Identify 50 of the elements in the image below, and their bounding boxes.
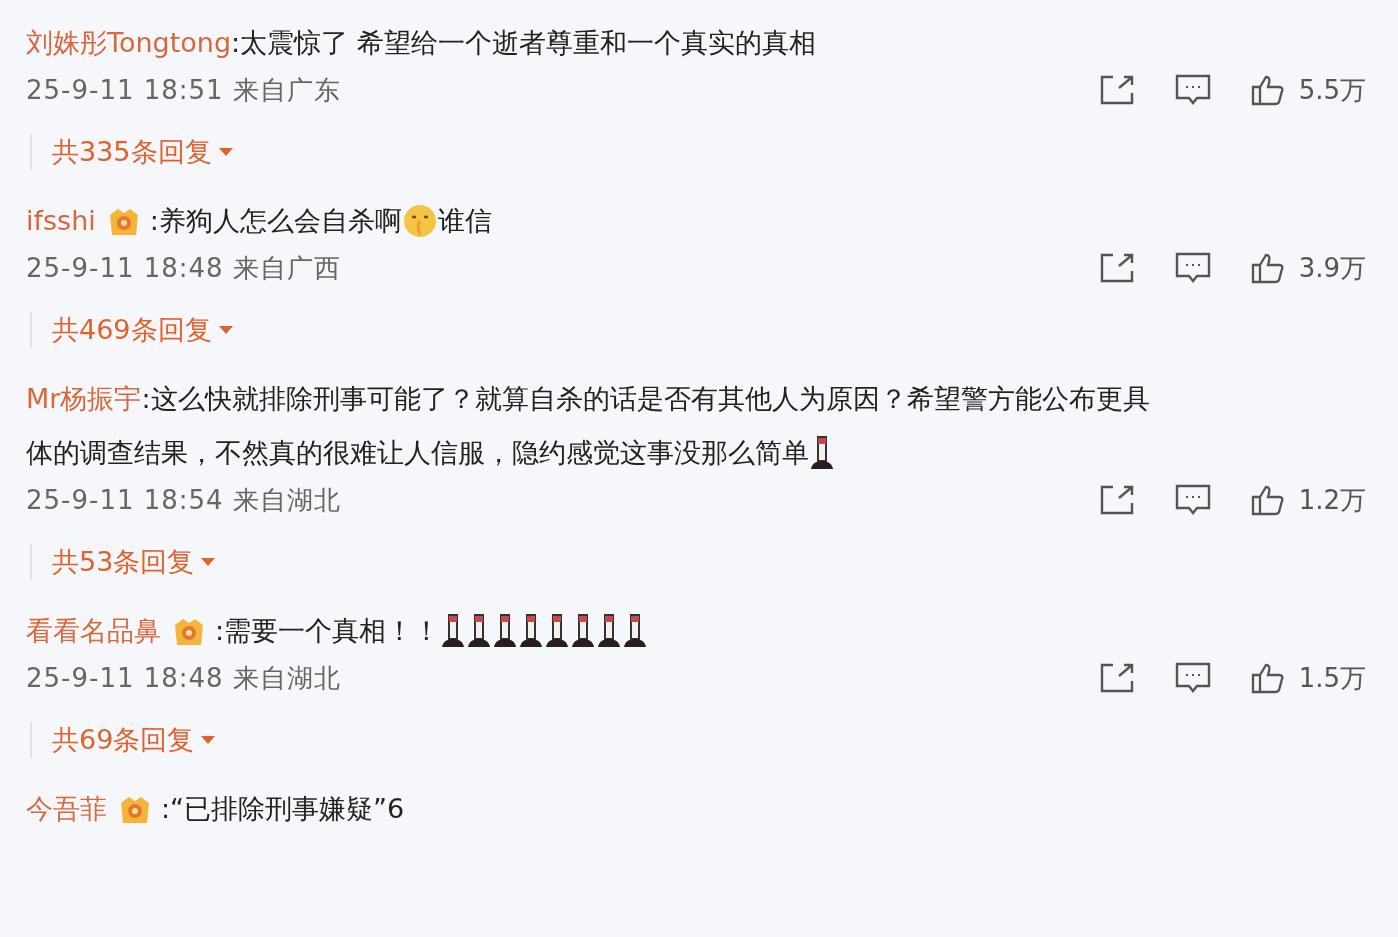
timestamp: 25-9-11 18:51 来自广东 <box>26 73 342 107</box>
replies-link[interactable]: 共53条回复 <box>52 544 195 580</box>
like-count: 1.5万 <box>1298 661 1366 695</box>
share-icon[interactable] <box>1098 74 1135 106</box>
caret-icon[interactable] <box>217 325 234 335</box>
candle-emoji <box>492 613 519 649</box>
candle-emoji <box>622 613 649 649</box>
comment-text: 谁信 <box>437 204 492 238</box>
candle-emoji <box>544 613 571 649</box>
timestamp: 25-9-11 18:54 来自湖北 <box>26 483 342 517</box>
comment-text: :这么快就排除刑事可能了？就算自杀的话是否有其他人为原因？希望警方能公布更具 <box>141 382 1150 416</box>
replies-link[interactable]: 共335条回复 <box>52 134 212 170</box>
candle-emoji <box>809 435 835 471</box>
share-icon[interactable] <box>1098 484 1135 516</box>
username[interactable]: 刘姝彤Tongtong <box>26 16 232 70</box>
replies-link[interactable]: 共469条回复 <box>52 312 212 348</box>
thumbs-up-icon[interactable] <box>1250 662 1285 694</box>
like-count: 5.5万 <box>1298 73 1366 107</box>
share-icon[interactable] <box>1098 662 1135 694</box>
comment-text: :养狗人怎么会自杀啊 <box>149 204 402 238</box>
candle-emoji <box>596 613 623 649</box>
share-icon[interactable] <box>1098 252 1135 284</box>
thumbs-up-icon[interactable] <box>1250 252 1285 284</box>
caret-icon[interactable] <box>200 735 217 745</box>
comment-text: :需要一个真相！！ <box>215 614 441 648</box>
face-emoji <box>401 203 438 239</box>
username[interactable]: 今吾菲 <box>26 782 107 836</box>
username[interactable]: ifsshi <box>26 194 96 248</box>
candle-emoji <box>570 613 597 649</box>
timestamp: 25-9-11 18:48 来自湖北 <box>26 661 342 695</box>
like-count: 1.2万 <box>1298 483 1366 517</box>
comment-icon[interactable] <box>1174 74 1211 106</box>
thumbs-up-icon[interactable] <box>1250 74 1285 106</box>
comment-icon[interactable] <box>1174 484 1211 516</box>
caret-icon[interactable] <box>200 557 217 567</box>
caret-icon[interactable] <box>217 147 234 157</box>
comment-icon[interactable] <box>1174 252 1211 284</box>
comment-text: :太震惊了 希望给一个逝者尊重和一个真实的真相 <box>231 26 816 60</box>
candle-emoji <box>466 613 493 649</box>
comment-icon[interactable] <box>1174 662 1211 694</box>
username[interactable]: Mr杨振宇 <box>26 372 142 426</box>
candle-emoji <box>440 613 467 649</box>
like-count: 3.9万 <box>1298 251 1366 285</box>
thumbs-up-icon[interactable] <box>1250 484 1285 516</box>
comment-text: 体的调查结果，不然真的很难让人信服，隐约感觉这事没那么简单 <box>26 436 809 470</box>
replies-link[interactable]: 共69条回复 <box>52 722 195 758</box>
candle-emoji <box>518 613 545 649</box>
timestamp: 25-9-11 18:48 来自广西 <box>26 251 342 285</box>
username[interactable]: 看看名品鼻 <box>26 604 161 658</box>
comment-text: :“已排除刑事嫌疑”6 <box>161 792 405 826</box>
